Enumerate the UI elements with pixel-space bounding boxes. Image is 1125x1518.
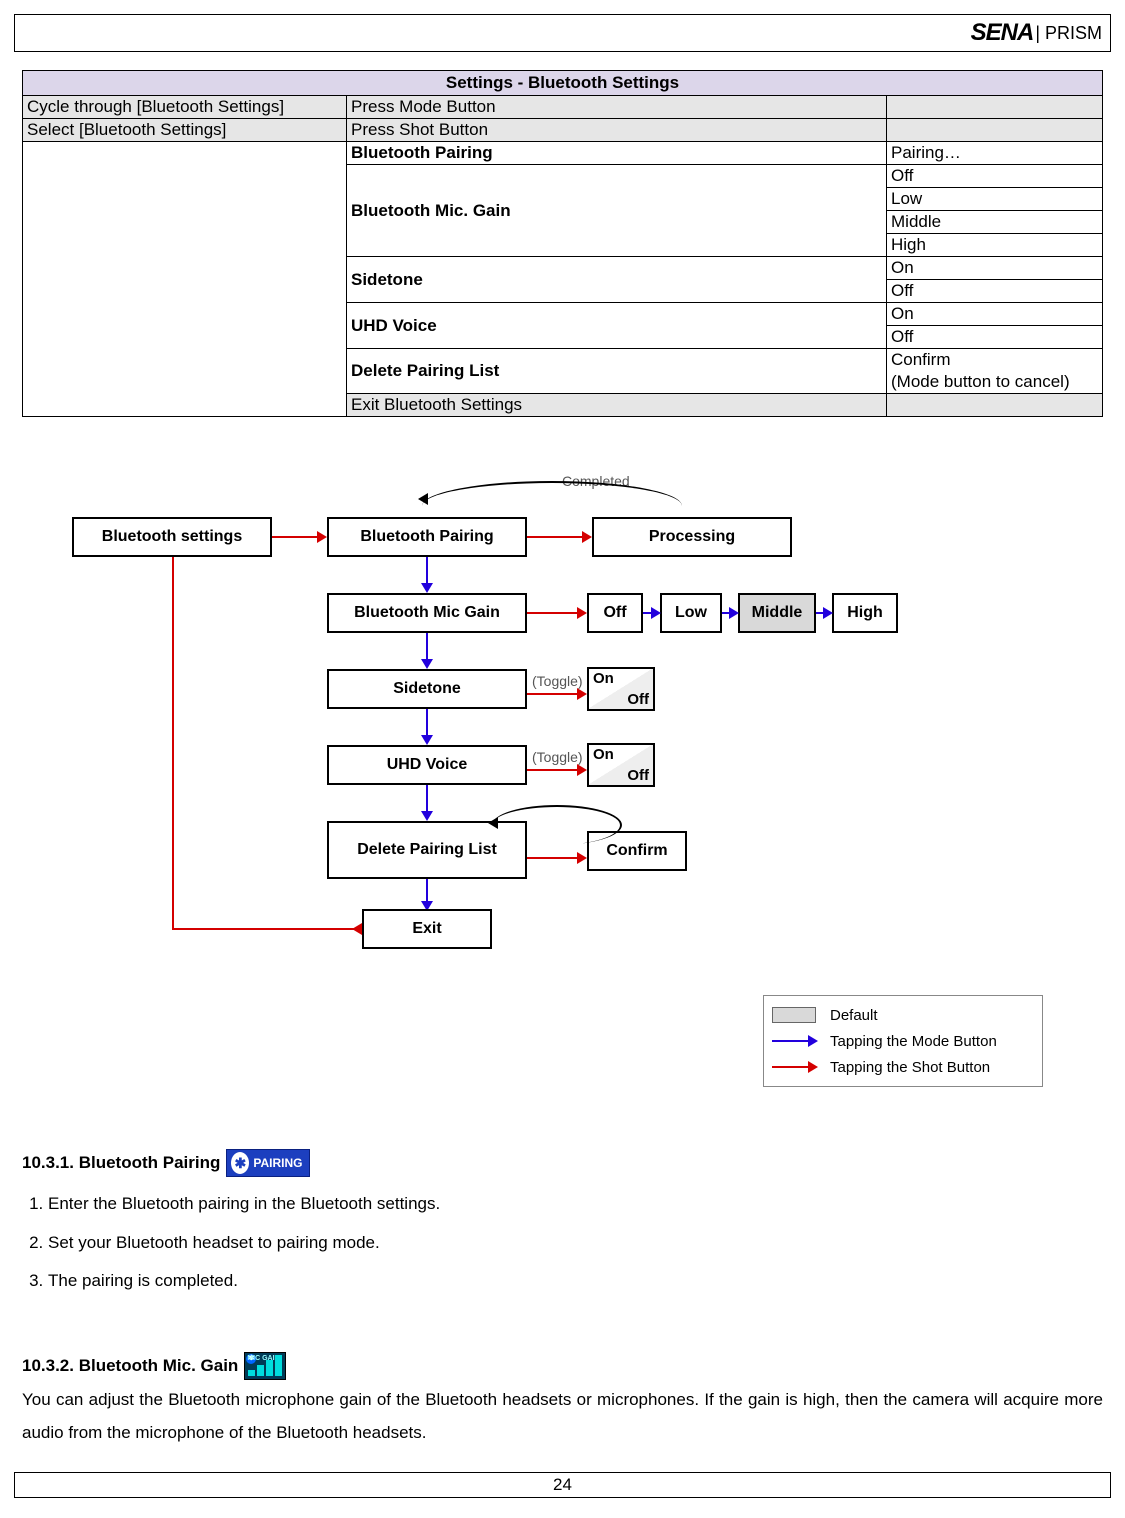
box-off: Off — [587, 593, 643, 633]
cell: Select [Bluetooth Settings] — [23, 119, 347, 142]
swatch-shot — [772, 1066, 816, 1068]
cell: On — [887, 257, 1103, 280]
cell: Bluetooth Pairing — [347, 142, 887, 165]
cell — [887, 394, 1103, 417]
label-toggle-2: (Toggle) — [532, 749, 583, 765]
cell: Delete Pairing List — [347, 349, 887, 394]
cell — [23, 142, 347, 417]
cell: Sidetone — [347, 257, 887, 303]
cell: UHD Voice — [347, 303, 887, 349]
box-mic-gain: Bluetooth Mic Gain — [327, 593, 527, 633]
heading-10-3-2: 10.3.2. Bluetooth Mic. Gain — [22, 1350, 238, 1382]
cell — [887, 119, 1103, 142]
cell: Confirm — [887, 349, 1103, 372]
cell: Press Shot Button — [347, 119, 887, 142]
cell: Exit Bluetooth Settings — [347, 394, 887, 417]
swatch-mode — [772, 1040, 816, 1042]
flow-diagram: Bluetooth settings Bluetooth Pairing Pro… — [22, 477, 1103, 1097]
legend-mode: Tapping the Mode Button — [830, 1033, 997, 1050]
cell: High — [887, 234, 1103, 257]
step-2: Set your Bluetooth headset to pairing mo… — [48, 1224, 1103, 1262]
cell: (Mode button to cancel) — [887, 371, 1103, 394]
box-sidetone: Sidetone — [327, 669, 527, 709]
cell: On — [887, 303, 1103, 326]
page-number: 24 — [553, 1475, 572, 1494]
mic-gain-body: You can adjust the Bluetooth microphone … — [22, 1384, 1103, 1449]
legend-shot: Tapping the Shot Button — [830, 1059, 990, 1076]
box-low: Low — [660, 593, 722, 633]
page-footer: 24 — [14, 1472, 1111, 1498]
pairing-icon: ✱PAIRING — [226, 1149, 309, 1177]
box-high: High — [832, 593, 898, 633]
box-bt-settings: Bluetooth settings — [72, 517, 272, 557]
table-title: Settings - Bluetooth Settings — [23, 71, 1103, 96]
cell: Middle — [887, 211, 1103, 234]
cell: Off — [887, 165, 1103, 188]
cell: Pairing… — [887, 142, 1103, 165]
heading-10-3-1: 10.3.1. Bluetooth Pairing — [22, 1147, 220, 1179]
box-middle: Middle — [738, 593, 816, 633]
cell: Off — [887, 280, 1103, 303]
toggle-sidetone: OnOff — [587, 667, 655, 711]
step-1: Enter the Bluetooth pairing in the Bluet… — [48, 1185, 1103, 1223]
brand-logo: SENA — [971, 19, 1034, 47]
page-header: SENA | PRISM — [14, 14, 1111, 52]
box-uhd: UHD Voice — [327, 745, 527, 785]
mic-gain-icon: ✱MIC GAIN — [244, 1352, 286, 1380]
legend-default: Default — [830, 1007, 878, 1024]
cell: Cycle through [Bluetooth Settings] — [23, 96, 347, 119]
swatch-default — [772, 1007, 816, 1023]
cell: Off — [887, 326, 1103, 349]
label-toggle-1: (Toggle) — [532, 673, 583, 689]
settings-table: Settings - Bluetooth Settings Cycle thro… — [22, 70, 1103, 417]
toggle-uhd: OnOff — [587, 743, 655, 787]
cell: Press Mode Button — [347, 96, 887, 119]
section-10-3-1: 10.3.1. Bluetooth Pairing ✱PAIRING Enter… — [22, 1147, 1103, 1300]
cell — [887, 96, 1103, 119]
cell: Bluetooth Mic. Gain — [347, 165, 887, 257]
cell: Low — [887, 188, 1103, 211]
box-exit: Exit — [362, 909, 492, 949]
section-10-3-2: 10.3.2. Bluetooth Mic. Gain ✱MIC GAIN Yo… — [22, 1350, 1103, 1449]
product-label: | PRISM — [1035, 23, 1102, 44]
step-3: The pairing is completed. — [48, 1262, 1103, 1300]
legend: Default Tapping the Mode Button Tapping … — [763, 995, 1043, 1087]
